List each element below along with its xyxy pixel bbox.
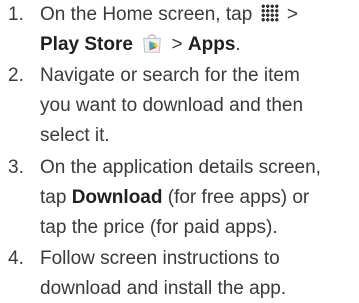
step-number: 3. (8, 157, 24, 178)
step-4-line-1: Follow screen instructions to (40, 248, 280, 269)
step-3-line-1: On the application details screen, (40, 157, 321, 178)
step-1-line-1: On the Home screen, tap > (40, 0, 298, 29)
step-3-text: tap (40, 187, 72, 208)
apps-grid-icon (260, 4, 279, 23)
step-number: 1. (8, 4, 24, 25)
apps-label: Apps (187, 34, 236, 55)
step-3-line-3: tap the price (for paid apps). (40, 217, 278, 238)
instruction-list: 1. On the Home screen, tap > Play Store … (0, 0, 359, 299)
step-number: 2. (8, 65, 24, 86)
download-label: Download (71, 187, 163, 208)
step-2-line-2: you want to download and then (40, 95, 304, 116)
play-store-icon (143, 34, 161, 53)
step-2-line-1: Navigate or search for the item (40, 65, 300, 86)
chevron-separator: > (171, 34, 183, 55)
step-1-text: On the Home screen, tap (40, 4, 253, 25)
step-3-line-2: tap Download (for free apps) or (40, 183, 309, 212)
step-3-text: (for free apps) or (162, 187, 310, 208)
play-store-label: Play Store (40, 34, 133, 55)
step-number: 4. (8, 248, 24, 269)
step-1-line-2: Play Store > Apps. (40, 30, 241, 59)
chevron-separator: > (286, 4, 298, 25)
step-2-line-3: select it. (40, 125, 110, 146)
period: . (235, 34, 241, 55)
